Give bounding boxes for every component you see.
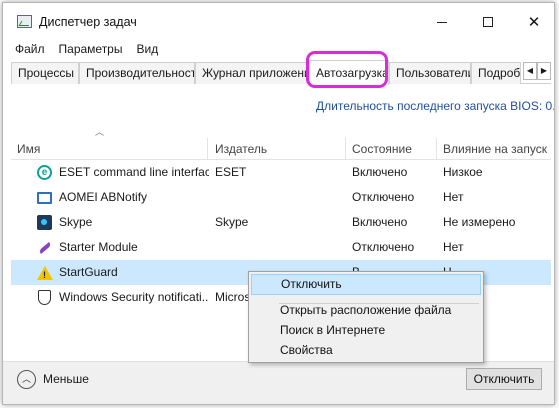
column-divider[interactable] [207, 138, 208, 160]
disable-button[interactable]: Отключить [466, 368, 542, 390]
menu-options[interactable]: Параметры [51, 39, 129, 59]
eset-icon: e [37, 165, 52, 180]
table-row[interactable]: Skype Skype Включено Не измерено [11, 210, 551, 235]
row-publisher: ESET [215, 165, 247, 179]
row-impact: Не измерено [443, 215, 516, 229]
row-status: Включено [352, 165, 408, 179]
menu-file[interactable]: Файл [3, 39, 51, 59]
title-bar: Диспетчер задач ✕ [3, 3, 554, 35]
tab-strip: Процессы Производительность Журнал прило… [11, 60, 551, 85]
menu-view[interactable]: Вид [128, 39, 164, 59]
maximize-icon [483, 17, 493, 27]
column-name[interactable]: Имя [11, 138, 207, 160]
context-search-online[interactable]: Поиск в Интернете [251, 320, 481, 341]
footer-bar: ︿ Меньше Отключить [3, 361, 554, 404]
skype-icon [37, 215, 52, 230]
sort-chevron-up-icon: ︿ [95, 127, 105, 137]
column-headers: Имя Издатель Состояние Влияние на запуск [11, 138, 551, 160]
window-icon [37, 192, 52, 204]
row-status: Отключено [352, 240, 415, 254]
table-row[interactable]: Starter Module Отключено Нет [11, 235, 551, 260]
window-title: Диспетчер задач [39, 15, 137, 29]
row-publisher [215, 235, 345, 260]
row-impact: Нет [443, 190, 464, 204]
context-open-file-location[interactable]: Открыть расположение файла [251, 300, 481, 321]
row-name: Windows Security notificati... [59, 290, 209, 304]
bios-time-label: Длительность последнего запуска BIOS: 0.… [316, 99, 555, 113]
tab-scroll-right-icon[interactable]: ▶ [537, 62, 551, 80]
row-name: ESET command line interface [59, 165, 209, 179]
tab-users[interactable]: Пользователи [389, 62, 471, 84]
minimize-button[interactable] [419, 9, 465, 35]
chevron-up-circle-icon[interactable]: ︿ [17, 370, 36, 389]
context-disable[interactable]: Отключить [251, 274, 481, 295]
close-icon: ✕ [527, 13, 541, 31]
context-menu: Отключить Открыть расположение файла Пои… [248, 271, 484, 363]
tab-details[interactable]: Подробности [471, 62, 521, 84]
row-status: Включено [352, 215, 408, 229]
maximize-button[interactable] [465, 9, 511, 35]
row-impact: Нет [443, 240, 464, 254]
row-name: Starter Module [59, 240, 138, 254]
tab-scroll-left-icon[interactable]: ◀ [523, 62, 537, 80]
task-manager-icon [17, 15, 32, 28]
task-manager-window: Диспетчер задач ✕ Файл Параметры Вид Про… [2, 2, 555, 405]
row-name: StartGuard [59, 265, 118, 279]
warning-exclamation-icon: ! [43, 270, 46, 280]
fewer-details-link[interactable]: Меньше [43, 370, 89, 389]
row-publisher [215, 185, 345, 210]
row-name: AOMEI ABNotify [59, 190, 148, 204]
row-impact: Низкое [443, 165, 483, 179]
tab-performance[interactable]: Производительность [79, 62, 195, 84]
tab-app-history[interactable]: Журнал приложений [195, 62, 309, 84]
row-status: Отключено [352, 190, 415, 204]
context-properties[interactable]: Свойства [251, 340, 481, 361]
table-row[interactable]: e ESET command line interface ESET Включ… [11, 160, 551, 185]
shield-icon [38, 290, 51, 305]
table-row[interactable]: AOMEI ABNotify Отключено Нет [11, 185, 551, 210]
column-impact[interactable]: Влияние на запуск [437, 138, 551, 160]
minimize-icon [437, 21, 447, 23]
feather-icon [37, 240, 52, 255]
tab-processes[interactable]: Процессы [11, 62, 79, 84]
startup-tab-highlight [306, 51, 388, 88]
row-name: Skype [59, 215, 93, 229]
close-button[interactable]: ✕ [511, 9, 554, 35]
row-publisher: Skype [215, 215, 249, 229]
menu-bar: Файл Параметры Вид [3, 39, 164, 59]
column-publisher[interactable]: Издатель [209, 138, 345, 160]
column-status[interactable]: Состояние [346, 138, 436, 160]
